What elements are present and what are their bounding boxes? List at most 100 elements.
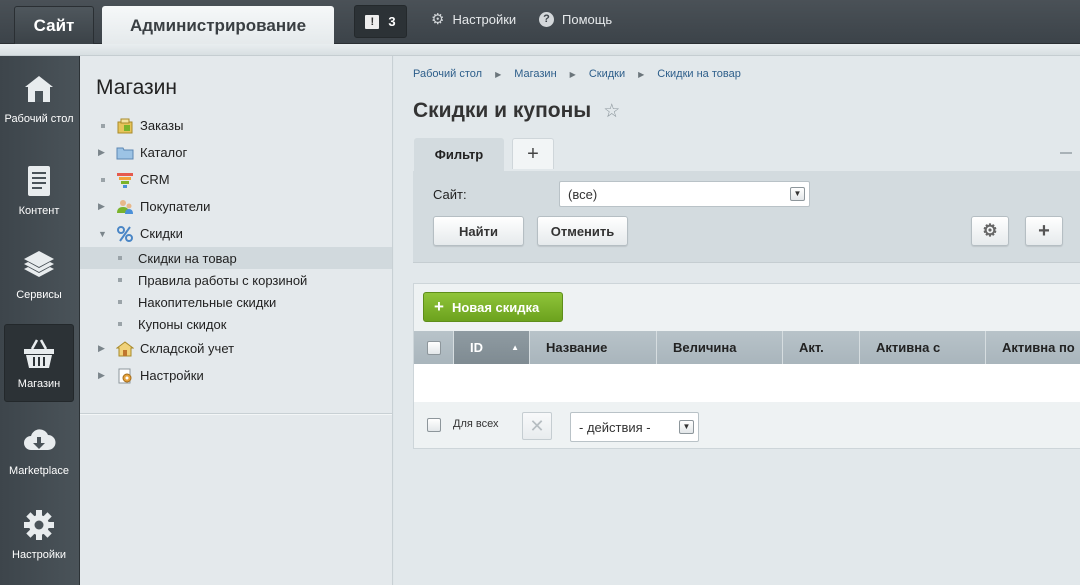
warehouse-icon <box>116 340 134 356</box>
bullet <box>118 300 138 304</box>
menu-desktop[interactable]: Рабочий стол <box>4 72 74 126</box>
tree-subitem-coupons[interactable]: Купоны скидок <box>80 313 392 335</box>
section-tree: Заказы ▶ Каталог CRM ▶ Покупатели ▼ Скид… <box>80 112 392 389</box>
breadcrumb-product-discounts[interactable]: Скидки на товар <box>657 68 741 80</box>
column-id[interactable]: ID ▲ <box>454 331 530 364</box>
percent-icon <box>117 225 133 242</box>
breadcrumb-discounts[interactable]: Скидки <box>589 68 625 80</box>
tree-subitem-product-discounts[interactable]: Скидки на товар <box>80 247 392 269</box>
menu-settings[interactable]: Настройки <box>4 508 74 562</box>
select-all-checkbox[interactable] <box>427 340 441 355</box>
column-label: ID <box>470 340 483 355</box>
site-tab[interactable]: Сайт <box>14 6 94 44</box>
breadcrumb-desktop[interactable]: Рабочий стол <box>413 68 482 80</box>
tree-item-crm[interactable]: CRM <box>80 166 392 193</box>
notifications-count: 3 <box>388 14 396 29</box>
close-icon: ✕ <box>529 415 545 436</box>
cloud-download-icon <box>24 429 56 450</box>
notifications-button[interactable]: ! 3 <box>354 5 407 38</box>
orders-icon <box>117 118 133 133</box>
gear-icon <box>24 510 54 540</box>
tree-subitem-label: Накопительные скидки <box>138 294 277 310</box>
site-filter-label: Сайт: <box>433 187 467 202</box>
tree-subitem-cumulative-discounts[interactable]: Накопительные скидки <box>80 291 392 313</box>
panel-title: Магазин <box>96 76 178 99</box>
menu-shop-label: Магазин <box>17 378 61 390</box>
select-all-cell <box>414 331 454 364</box>
tree-subitem-label: Скидки на товар <box>138 250 237 266</box>
for-all-checkbox[interactable] <box>427 418 441 432</box>
menu-shop[interactable]: Магазин <box>4 324 74 402</box>
actions-select[interactable]: - действия - ▼ <box>570 412 699 442</box>
add-filter-field-button[interactable]: + <box>1025 216 1063 246</box>
expand-arrow-icon: ▶ <box>98 147 105 157</box>
main-content: Рабочий стол ▶ Магазин ▶ Скидки ▶ Скидки… <box>394 56 1080 585</box>
find-button[interactable]: Найти <box>433 216 524 246</box>
basket-icon <box>24 339 54 368</box>
tree-item-orders[interactable]: Заказы <box>80 112 392 139</box>
bullet <box>118 322 138 326</box>
admin-tab[interactable]: Администрирование <box>102 6 334 46</box>
tree-item-customers[interactable]: ▶ Покупатели <box>80 193 392 220</box>
settings-link[interactable]: ⚙ Настройки <box>431 12 516 27</box>
folder-icon <box>116 147 134 159</box>
funnel-icon <box>117 172 133 188</box>
settings-label: Настройки <box>452 12 517 27</box>
layers-icon <box>24 251 54 277</box>
bullet <box>98 177 108 182</box>
section-panel: Магазин Заказы ▶ Каталог CRM ▶ Покупател… <box>80 56 393 585</box>
filter-tab[interactable]: Фильтр <box>414 138 504 171</box>
tree-subitem-cart-rules[interactable]: Правила работы с корзиной <box>80 269 392 291</box>
column-active-from[interactable]: Активна с <box>860 331 986 364</box>
page-title: Скидки и купоны ☆ <box>413 99 620 123</box>
cancel-button[interactable]: Отменить <box>537 216 628 246</box>
minimize-icon[interactable] <box>1060 152 1072 154</box>
tree-subitem-label: Купоны скидок <box>138 316 227 332</box>
discounts-list: + Новая скидка ID ▲ Название Величина Ак… <box>413 283 1080 449</box>
tree-item-discounts[interactable]: ▼ Скидки <box>80 220 392 247</box>
filter-settings-button[interactable]: ⚙ <box>971 216 1009 246</box>
plus-icon: + <box>1038 219 1050 242</box>
main-menu: Рабочий стол Контент Сервисы Магазин Mar… <box>0 56 80 585</box>
sort-asc-icon: ▲ <box>511 343 519 352</box>
tree-subitem-label: Правила работы с корзиной <box>138 272 308 288</box>
tree-item-label: Покупатели <box>140 199 211 214</box>
bullet <box>118 256 138 260</box>
top-bar: Сайт Администрирование ! 3 ⚙ Настройки ?… <box>0 0 1080 46</box>
add-filter-tab-button[interactable]: + <box>512 138 554 169</box>
tree-item-label: Складской учет <box>140 341 235 356</box>
divider <box>80 413 392 415</box>
breadcrumb-arrow-icon: ▶ <box>638 69 645 79</box>
expand-arrow-icon: ▶ <box>98 370 105 380</box>
table-body <box>414 364 1080 402</box>
menu-services[interactable]: Сервисы <box>4 248 74 302</box>
tree-item-settings[interactable]: ▶ Настройки <box>80 362 392 389</box>
column-name[interactable]: Название <box>530 331 657 364</box>
settings-doc-icon <box>118 368 132 383</box>
menu-marketplace[interactable]: Marketplace <box>4 424 74 478</box>
help-label: Помощь <box>562 12 613 27</box>
new-discount-button[interactable]: + Новая скидка <box>423 292 563 322</box>
expand-arrow-icon: ▶ <box>98 343 105 353</box>
delete-button[interactable]: ✕ <box>522 412 552 440</box>
column-label: Название <box>546 340 608 355</box>
star-icon[interactable]: ☆ <box>603 100 620 123</box>
bullet <box>118 278 138 282</box>
column-active-to[interactable]: Активна по <box>986 331 1080 364</box>
tree-item-catalog[interactable]: ▶ Каталог <box>80 139 392 166</box>
breadcrumb-shop[interactable]: Магазин <box>514 68 556 80</box>
top-strip <box>0 44 1080 56</box>
tree-item-label: Каталог <box>140 145 188 160</box>
menu-settings-label: Настройки <box>12 549 66 561</box>
column-active[interactable]: Акт. <box>783 331 860 364</box>
menu-desktop-label: Рабочий стол <box>4 113 74 125</box>
site-select[interactable]: (все) ▼ <box>559 181 810 207</box>
tree-item-label: Заказы <box>140 118 184 133</box>
menu-content[interactable]: Контент <box>4 164 74 218</box>
tree-item-warehouse[interactable]: ▶ Складской учет <box>80 335 392 362</box>
expand-arrow-icon: ▶ <box>98 201 105 211</box>
column-label: Активна с <box>876 340 941 355</box>
help-link[interactable]: ? Помощь <box>539 12 612 27</box>
column-value[interactable]: Величина <box>657 331 783 364</box>
column-label: Активна по <box>1002 340 1075 355</box>
